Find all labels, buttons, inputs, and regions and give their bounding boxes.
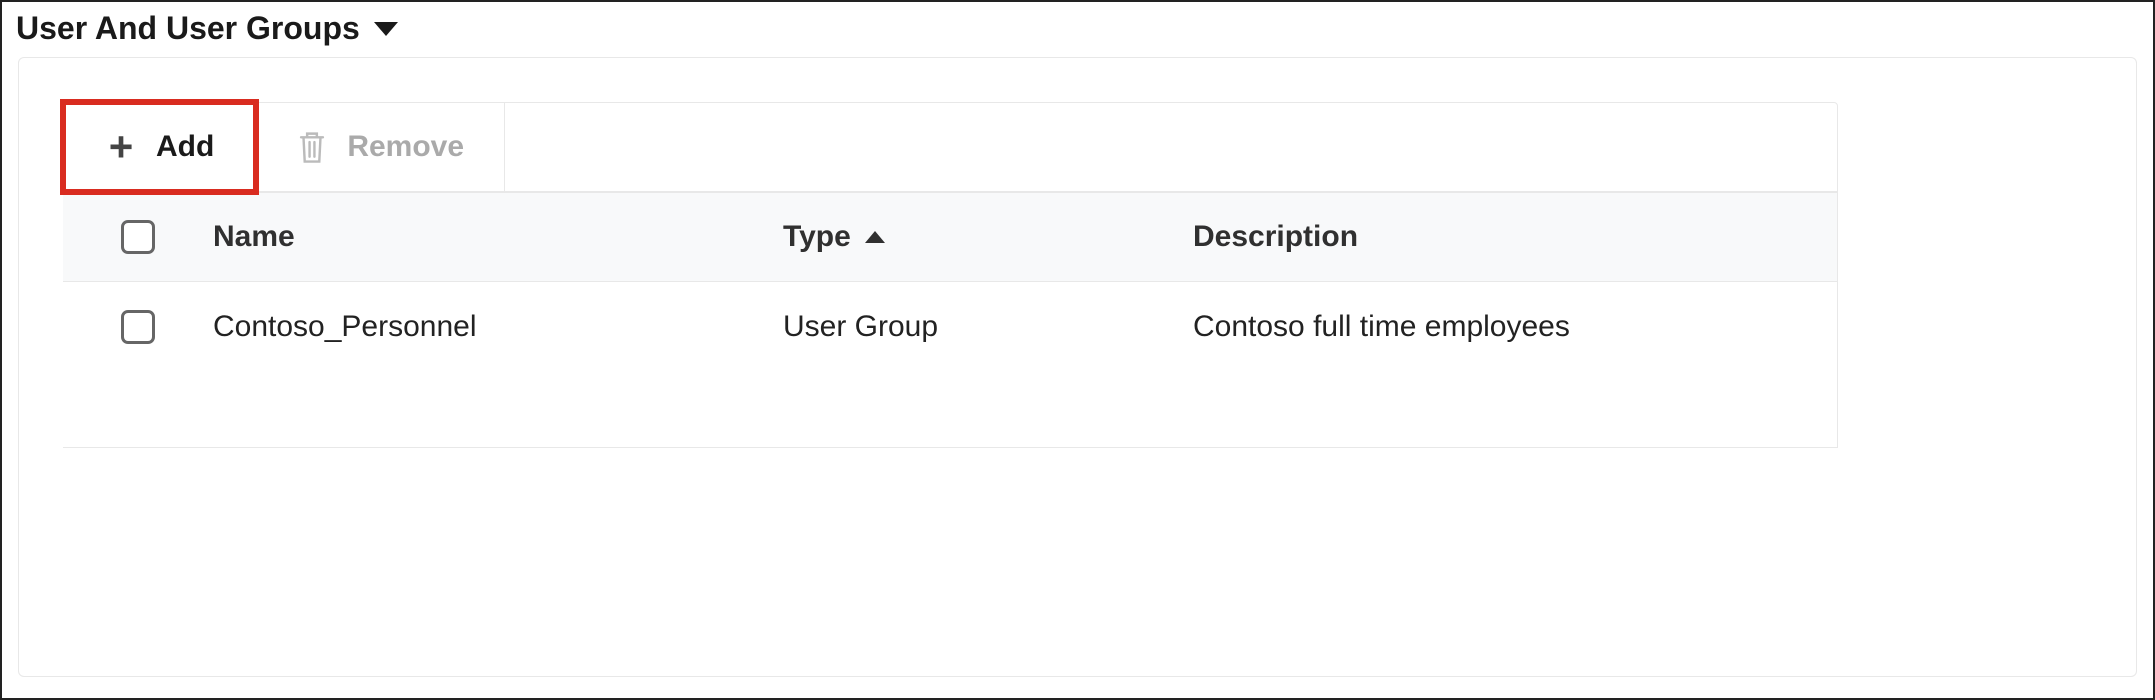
row-select-cell	[63, 310, 213, 344]
add-button[interactable]: Add	[64, 103, 255, 191]
section-header[interactable]: User And User Groups	[2, 2, 2153, 57]
add-button-label: Add	[156, 130, 214, 164]
toolbar: Add Remove	[63, 102, 1838, 192]
select-all-cell	[63, 220, 213, 254]
users-table: Name Type Description Contoso_Personnel …	[63, 192, 1838, 448]
trash-icon	[295, 130, 329, 164]
header-type[interactable]: Type	[783, 220, 1193, 254]
header-name-label: Name	[213, 220, 295, 253]
remove-button[interactable]: Remove	[255, 103, 505, 191]
table-row[interactable]: Contoso_Personnel User Group Contoso ful…	[63, 282, 1837, 372]
plus-icon	[104, 130, 138, 164]
header-type-label: Type	[783, 220, 851, 254]
table-header-row: Name Type Description	[63, 192, 1837, 282]
header-description[interactable]: Description	[1193, 220, 1837, 254]
row-type: User Group	[783, 310, 1193, 344]
row-checkbox[interactable]	[121, 310, 155, 344]
remove-button-label: Remove	[347, 130, 464, 164]
collapse-toggle-icon	[374, 22, 398, 36]
section-panel: User And User Groups Add Remove	[0, 0, 2155, 700]
sort-asc-icon	[865, 231, 885, 243]
row-description: Contoso full time employees	[1193, 310, 1837, 344]
header-description-label: Description	[1193, 220, 1358, 253]
section-body: Add Remove Name Type	[18, 57, 2137, 677]
row-name: Contoso_Personnel	[213, 310, 783, 344]
select-all-checkbox[interactable]	[121, 220, 155, 254]
section-title: User And User Groups	[16, 10, 360, 47]
header-name[interactable]: Name	[213, 220, 783, 254]
table-empty-space	[63, 372, 1837, 447]
